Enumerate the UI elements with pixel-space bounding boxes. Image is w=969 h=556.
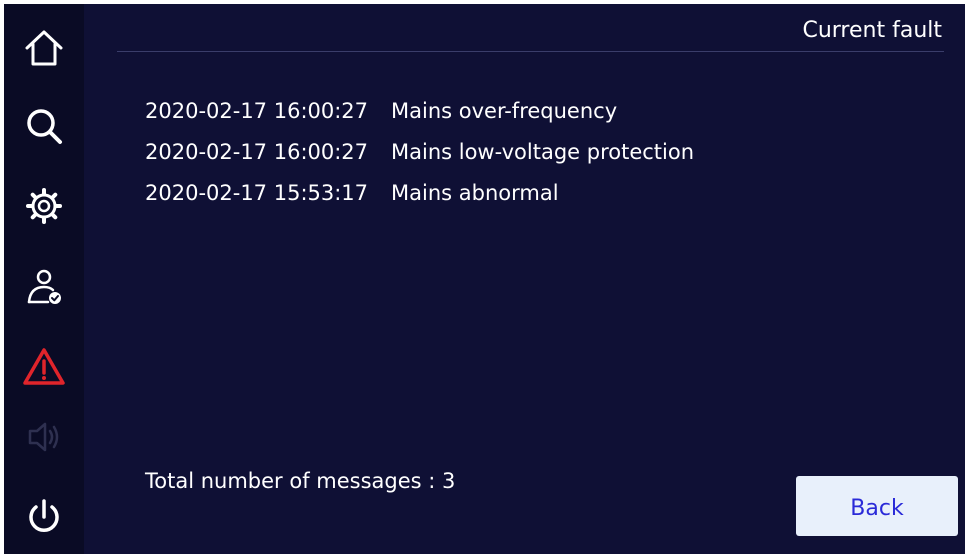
fault-row: 2020-02-17 16:00:27 Mains low-voltage pr… — [145, 131, 694, 172]
search-icon — [27, 109, 62, 144]
fault-timestamp: 2020-02-17 16:00:27 — [145, 98, 369, 123]
fault-timestamp: 2020-02-17 15:53:17 — [145, 180, 369, 205]
page-title: Current fault — [802, 18, 942, 43]
sidebar-item-search[interactable] — [4, 86, 84, 166]
sidebar-item-home[interactable] — [4, 8, 84, 88]
fault-message: Mains over-frequency — [391, 98, 618, 123]
sidebar-item-alarm[interactable] — [4, 327, 84, 407]
sidebar-item-settings[interactable] — [4, 166, 84, 246]
power-icon — [29, 499, 59, 532]
fault-row: 2020-02-17 15:53:17 Mains abnormal — [145, 172, 694, 213]
fault-timestamp: 2020-02-17 16:00:27 — [145, 139, 369, 164]
total-messages: Total number of messages : 3 — [145, 469, 456, 493]
home-icon — [25, 30, 63, 66]
back-button[interactable]: Back — [796, 476, 958, 536]
fault-screen: Current fault 2020-02-17 16:00:27 Mains … — [4, 4, 965, 554]
gear-icon — [26, 188, 62, 224]
warning-icon — [23, 348, 65, 385]
header-divider — [117, 51, 944, 52]
speaker-icon — [28, 422, 59, 452]
sidebar-item-sound[interactable] — [4, 397, 84, 477]
fault-list: 2020-02-17 16:00:27 Mains over-frequency… — [145, 90, 694, 213]
fault-message: Mains abnormal — [391, 180, 559, 205]
sidebar-nav — [4, 4, 84, 554]
fault-message: Mains low-voltage protection — [391, 139, 695, 164]
sidebar-item-user[interactable] — [4, 247, 84, 327]
user-check-icon — [27, 269, 61, 304]
fault-row: 2020-02-17 16:00:27 Mains over-frequency — [145, 90, 694, 131]
sidebar-item-power[interactable] — [4, 477, 84, 554]
